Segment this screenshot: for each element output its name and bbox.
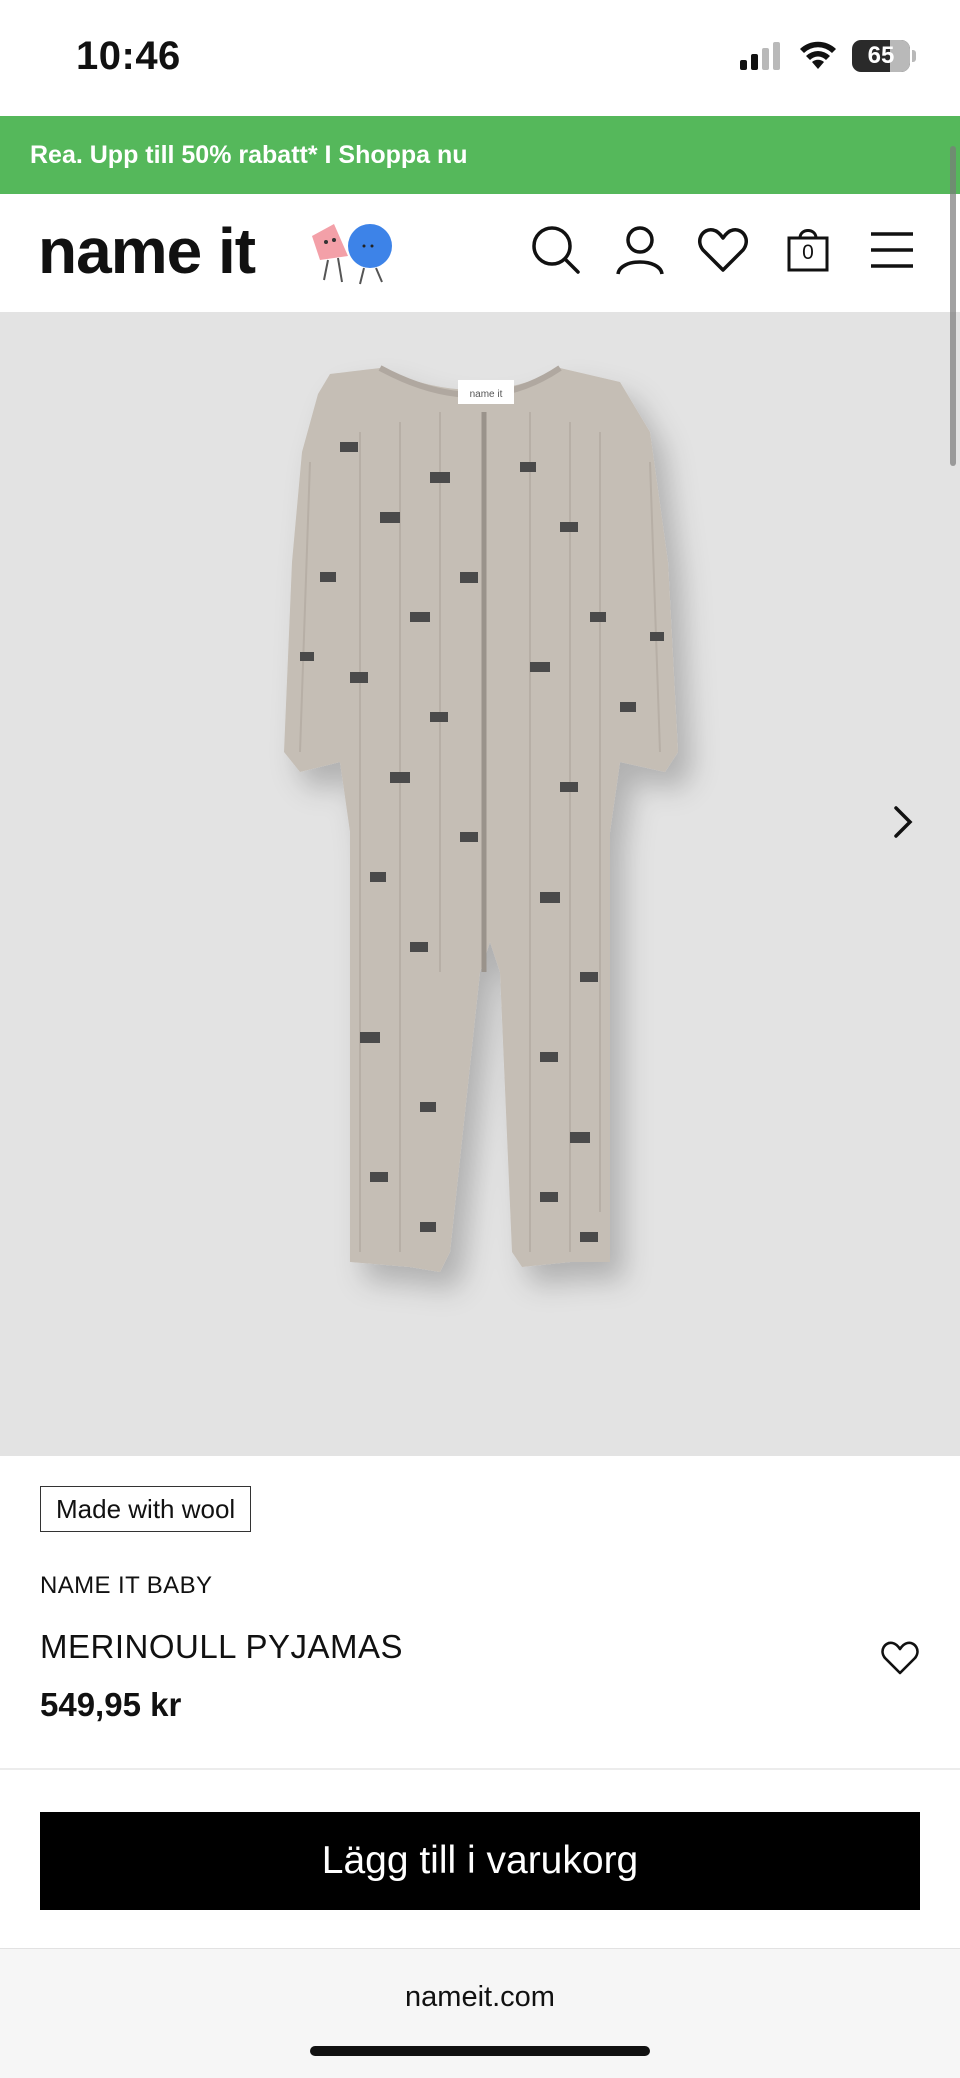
- battery-level: 65: [867, 42, 895, 69]
- promo-text: Rea. Upp till 50% rabatt* I Shoppa nu: [30, 140, 468, 169]
- menu-icon: [871, 232, 913, 268]
- status-icons: 65: [740, 40, 916, 72]
- product-name: MERINOULL PYJAMAS: [40, 1628, 404, 1665]
- material-badge: Made with wool: [40, 1486, 252, 1532]
- product-price: 549,95 kr: [40, 1686, 182, 1723]
- logo[interactable]: name it: [38, 214, 256, 288]
- heart-icon: [698, 228, 748, 272]
- url-text[interactable]: nameit.com: [0, 1981, 960, 2014]
- wifi-icon: [800, 41, 836, 69]
- search-button[interactable]: [528, 222, 584, 278]
- cart-button[interactable]: 0: [780, 222, 836, 278]
- browser-bar: nameit.com: [0, 1948, 960, 2078]
- garment-label: name it: [470, 389, 503, 400]
- cart-count: 0: [802, 241, 814, 264]
- pyjamas-image: name it: [284, 365, 678, 1272]
- status-bar: 10:46 65: [0, 0, 960, 116]
- battery-tip: [912, 50, 916, 62]
- add-to-wishlist-button[interactable]: [880, 1640, 920, 1680]
- signal-icon: [740, 42, 780, 70]
- wishlist-button[interactable]: [695, 222, 751, 278]
- menu-button[interactable]: [864, 222, 920, 278]
- site-header: name it 0: [0, 194, 960, 312]
- product-brand: NAME IT BABY: [40, 1572, 213, 1599]
- logo-mascot-icon: [312, 224, 392, 285]
- page-scrollbar[interactable]: [950, 146, 956, 466]
- chevron-right-icon: [894, 806, 913, 838]
- product-details: Made with wool NAME IT BABY MERINOULL PY…: [0, 1456, 960, 1768]
- next-image-button[interactable]: [884, 792, 924, 852]
- account-icon: [616, 226, 664, 275]
- heart-icon: [881, 1641, 919, 1675]
- promo-banner[interactable]: Rea. Upp till 50% rabatt* I Shoppa nu: [0, 116, 960, 194]
- product-image[interactable]: name it: [0, 312, 960, 1456]
- add-to-cart-button[interactable]: Lägg till i varukorg: [40, 1812, 920, 1910]
- battery-icon: 65: [852, 40, 910, 72]
- account-button[interactable]: [612, 222, 668, 278]
- divider: [0, 1768, 960, 1770]
- status-time: 10:46: [76, 34, 181, 78]
- search-icon: [532, 226, 580, 274]
- home-indicator[interactable]: [310, 2046, 650, 2056]
